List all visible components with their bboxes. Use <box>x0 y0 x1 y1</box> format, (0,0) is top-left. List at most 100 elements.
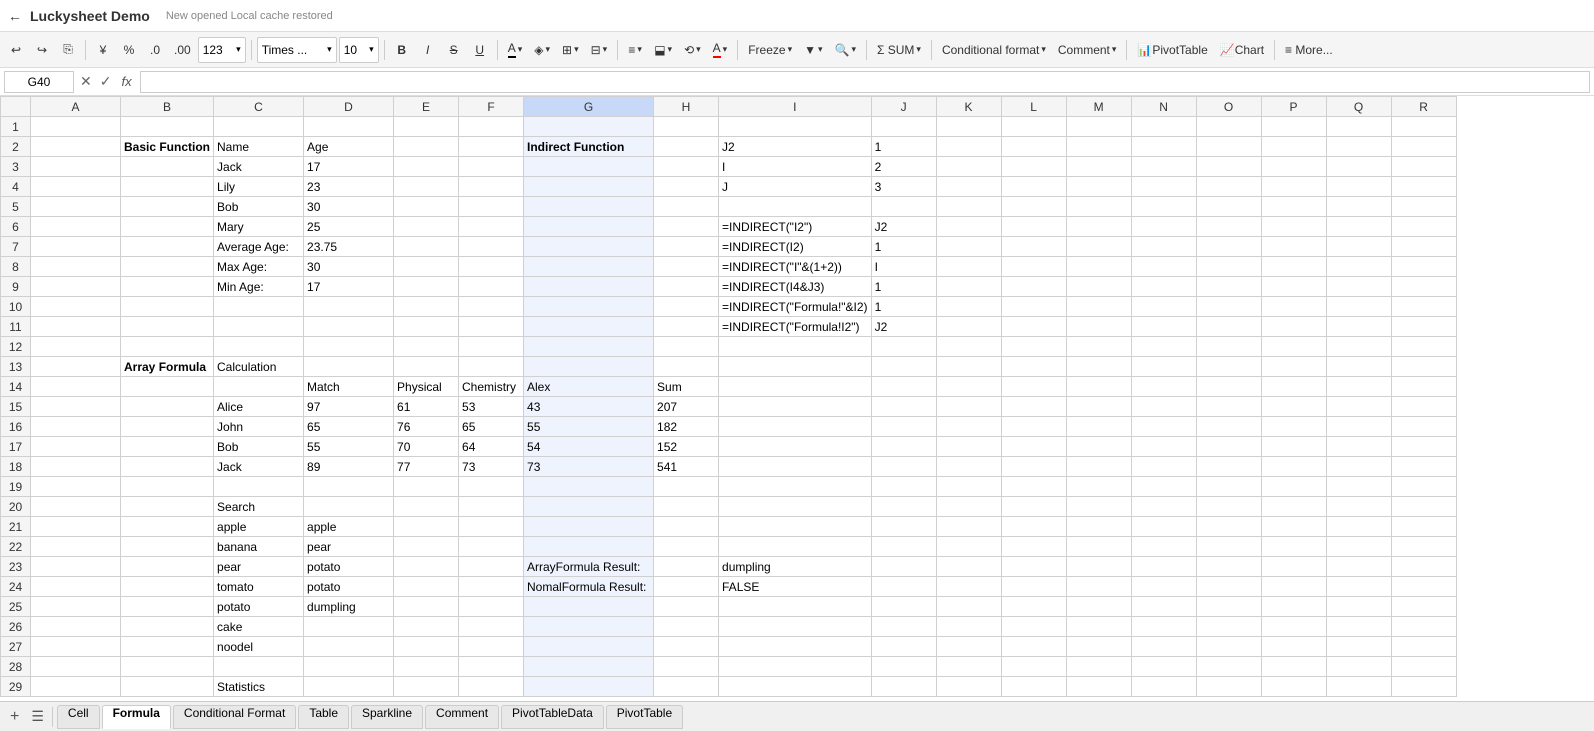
cell-D5[interactable]: 30 <box>304 197 394 217</box>
cell-L2[interactable] <box>1001 137 1066 157</box>
cell-R23[interactable] <box>1391 557 1456 577</box>
cell-C10[interactable] <box>214 297 304 317</box>
cell-G27[interactable] <box>524 637 654 657</box>
cell-J13[interactable] <box>871 357 936 377</box>
cell-O9[interactable] <box>1196 277 1261 297</box>
cell-E15[interactable]: 61 <box>394 397 459 417</box>
tab-sparkline[interactable]: Sparkline <box>351 705 423 729</box>
cell-H6[interactable] <box>654 217 719 237</box>
cell-Q18[interactable] <box>1326 457 1391 477</box>
cell-B17[interactable] <box>121 437 214 457</box>
cell-M17[interactable] <box>1066 437 1131 457</box>
cell-L10[interactable] <box>1001 297 1066 317</box>
cell-B9[interactable] <box>121 277 214 297</box>
cell-B10[interactable] <box>121 297 214 317</box>
cell-Q4[interactable] <box>1326 177 1391 197</box>
cell-H27[interactable] <box>654 637 719 657</box>
cell-D20[interactable] <box>304 497 394 517</box>
cell-B29[interactable] <box>121 677 214 697</box>
cell-O8[interactable] <box>1196 257 1261 277</box>
cell-I4[interactable]: J <box>719 177 872 197</box>
cell-C13[interactable]: Calculation <box>214 357 304 377</box>
cell-L16[interactable] <box>1001 417 1066 437</box>
cell-F25[interactable] <box>459 597 524 617</box>
cell-H7[interactable] <box>654 237 719 257</box>
cell-D23[interactable]: potato <box>304 557 394 577</box>
cell-I29[interactable] <box>719 677 872 697</box>
cell-K2[interactable] <box>936 137 1001 157</box>
cell-D2[interactable]: Age <box>304 137 394 157</box>
cell-C19[interactable] <box>214 477 304 497</box>
more-button[interactable]: ≡ More... <box>1280 37 1338 63</box>
cell-I9[interactable]: =INDIRECT(I4&J3) <box>719 277 872 297</box>
cell-N14[interactable] <box>1131 377 1196 397</box>
cell-L11[interactable] <box>1001 317 1066 337</box>
cell-L19[interactable] <box>1001 477 1066 497</box>
cell-B4[interactable] <box>121 177 214 197</box>
cell-F29[interactable] <box>459 677 524 697</box>
cell-J1[interactable] <box>871 117 936 137</box>
cell-H16[interactable]: 182 <box>654 417 719 437</box>
cell-F10[interactable] <box>459 297 524 317</box>
cell-M28[interactable] <box>1066 657 1131 677</box>
cell-N28[interactable] <box>1131 657 1196 677</box>
cell-K5[interactable] <box>936 197 1001 217</box>
cell-F8[interactable] <box>459 257 524 277</box>
cell-G20[interactable] <box>524 497 654 517</box>
cell-L1[interactable] <box>1001 117 1066 137</box>
filter-button[interactable]: ▼ <box>799 37 827 63</box>
cell-G4[interactable] <box>524 177 654 197</box>
cell-L26[interactable] <box>1001 617 1066 637</box>
cell-J9[interactable]: 1 <box>871 277 936 297</box>
col-header-Q[interactable]: Q <box>1326 97 1391 117</box>
percent-button[interactable]: % <box>117 37 141 63</box>
col-header-C[interactable]: C <box>214 97 304 117</box>
cell-B2[interactable]: Basic Function <box>121 137 214 157</box>
cell-G26[interactable] <box>524 617 654 637</box>
cell-B19[interactable] <box>121 477 214 497</box>
cell-I13[interactable] <box>719 357 872 377</box>
cell-K17[interactable] <box>936 437 1001 457</box>
cell-E1[interactable] <box>394 117 459 137</box>
text-color-button[interactable]: A <box>708 37 733 63</box>
cell-L22[interactable] <box>1001 537 1066 557</box>
cell-L29[interactable] <box>1001 677 1066 697</box>
cell-B15[interactable] <box>121 397 214 417</box>
cell-L9[interactable] <box>1001 277 1066 297</box>
cell-E16[interactable]: 76 <box>394 417 459 437</box>
cell-D11[interactable] <box>304 317 394 337</box>
cell-J19[interactable] <box>871 477 936 497</box>
cell-A13[interactable] <box>31 357 121 377</box>
cell-N27[interactable] <box>1131 637 1196 657</box>
cell-J29[interactable] <box>871 677 936 697</box>
cell-K29[interactable] <box>936 677 1001 697</box>
cell-G6[interactable] <box>524 217 654 237</box>
cell-E20[interactable] <box>394 497 459 517</box>
cell-F3[interactable] <box>459 157 524 177</box>
cell-K20[interactable] <box>936 497 1001 517</box>
cell-L27[interactable] <box>1001 637 1066 657</box>
col-header-B[interactable]: B <box>121 97 214 117</box>
cell-C7[interactable]: Average Age: <box>214 237 304 257</box>
cell-M15[interactable] <box>1066 397 1131 417</box>
col-header-P[interactable]: P <box>1261 97 1326 117</box>
cell-O22[interactable] <box>1196 537 1261 557</box>
cell-H3[interactable] <box>654 157 719 177</box>
cell-R9[interactable] <box>1391 277 1456 297</box>
cell-G11[interactable] <box>524 317 654 337</box>
cell-D28[interactable] <box>304 657 394 677</box>
cell-D6[interactable]: 25 <box>304 217 394 237</box>
cell-I18[interactable] <box>719 457 872 477</box>
cell-F4[interactable] <box>459 177 524 197</box>
cell-Q24[interactable] <box>1326 577 1391 597</box>
cell-M22[interactable] <box>1066 537 1131 557</box>
cell-O24[interactable] <box>1196 577 1261 597</box>
cell-A10[interactable] <box>31 297 121 317</box>
cell-A18[interactable] <box>31 457 121 477</box>
cell-C15[interactable]: Alice <box>214 397 304 417</box>
cell-N9[interactable] <box>1131 277 1196 297</box>
cell-P29[interactable] <box>1261 677 1326 697</box>
cell-I26[interactable] <box>719 617 872 637</box>
cell-O25[interactable] <box>1196 597 1261 617</box>
cell-D26[interactable] <box>304 617 394 637</box>
